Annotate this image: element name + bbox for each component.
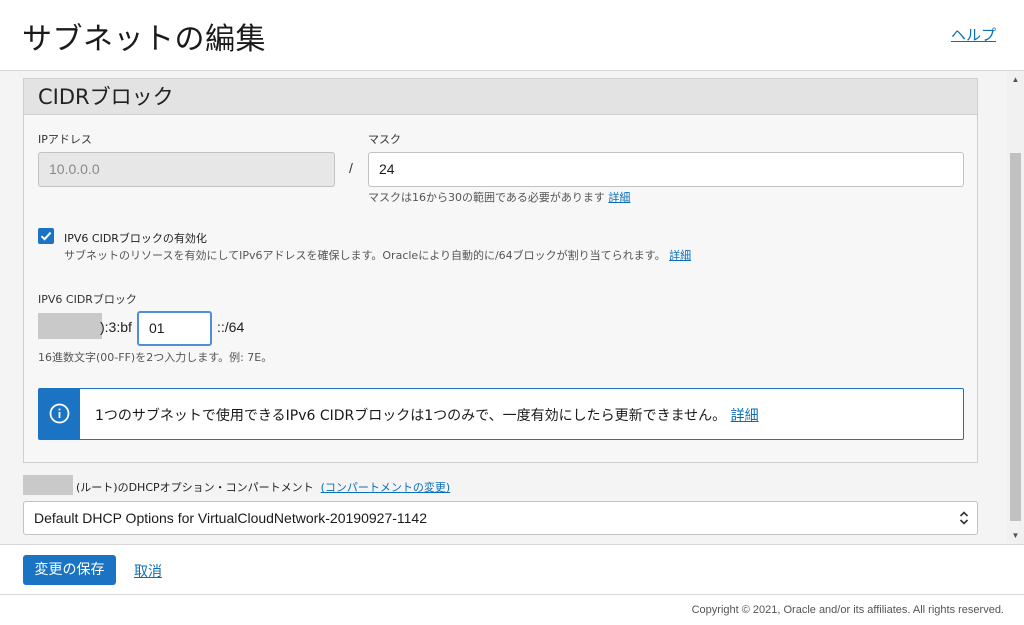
vertical-scrollbar[interactable]: ▲ ▼	[1007, 71, 1024, 544]
ipv6-hex-help: 16進数文字(00-FF)を2つ入力します。例: 7E。	[38, 351, 273, 364]
help-link[interactable]: ヘルプ	[951, 24, 996, 45]
page-title: サブネットの編集	[22, 22, 266, 57]
info-message-text: 1つのサブネットで使用できるIPv6 CIDRブロックは1つのみで、一度有効にし…	[95, 408, 727, 424]
scroll-up-icon[interactable]: ▲	[1007, 71, 1024, 88]
scroll-thumb[interactable]	[1010, 153, 1021, 521]
info-text: 1つのサブネットで使用できるIPv6 CIDRブロックは1つのみで、一度有効にし…	[95, 405, 759, 425]
ipv6-details-link[interactable]: 詳細	[669, 249, 691, 262]
ip-address-input: 10.0.0.0	[38, 152, 335, 187]
ip-mask-separator: /	[349, 160, 353, 176]
info-details-link[interactable]: 詳細	[731, 408, 759, 424]
ipv6-prefix: ):3:bf	[100, 319, 132, 335]
action-bar: 変更の保存 取消	[0, 544, 1024, 595]
check-icon	[40, 231, 52, 241]
cancel-link[interactable]: 取消	[134, 561, 162, 581]
mask-input[interactable]: 24	[368, 152, 964, 187]
form-content: CIDRブロック IPアドレス 10.0.0.0 / マスク 24 マスクは16…	[0, 71, 1007, 544]
dhcp-compartment-label: (ルート)のDHCPオプション・コンパートメント (コンパートメントの変更)	[76, 479, 450, 495]
ipv6-enable-label: IPV6 CIDRブロックの有効化	[64, 232, 207, 245]
panel-title: CIDRブロック	[24, 79, 977, 115]
redacted-compartment-name	[23, 475, 73, 495]
info-message: 1つのサブネットで使用できるIPv6 CIDRブロックは1つのみで、一度有効にし…	[38, 388, 964, 440]
ipv6-enable-description-text: サブネットのリソースを有効にしてIPv6アドレスを確保します。Oracleにより…	[64, 249, 666, 262]
redacted-ipv6-prefix	[38, 313, 102, 339]
copyright-text: Copyright © 2021, Oracle and/or its affi…	[691, 604, 1004, 616]
scroll-down-icon[interactable]: ▼	[1007, 527, 1024, 544]
select-arrows-icon	[959, 511, 969, 525]
ipv6-hex-input[interactable]: 01	[137, 311, 212, 346]
page-header: サブネットの編集 ヘルプ	[0, 0, 1024, 71]
ipv6-suffix: ::/64	[217, 319, 245, 335]
ipv6-enable-checkbox[interactable]	[38, 228, 54, 244]
info-icon	[49, 403, 70, 424]
ipv6-block-label: IPV6 CIDRブロック	[38, 293, 137, 306]
ip-address-label: IPアドレス	[38, 133, 92, 146]
info-strip	[39, 389, 80, 439]
ipv6-enable-description: サブネットのリソースを有効にしてIPv6アドレスを確保します。Oracleにより…	[64, 247, 691, 263]
mask-help: マスクは16から30の範囲である必要があります 詳細	[368, 189, 630, 205]
cidr-block-panel: CIDRブロック IPアドレス 10.0.0.0 / マスク 24 マスクは16…	[23, 78, 978, 463]
dhcp-options-select[interactable]: Default DHCP Options for VirtualCloudNet…	[23, 501, 978, 535]
change-compartment-link[interactable]: (コンパートメントの変更)	[321, 481, 451, 494]
save-changes-button[interactable]: 変更の保存	[23, 555, 116, 585]
mask-help-text: マスクは16から30の範囲である必要があります	[368, 191, 605, 204]
mask-details-link[interactable]: 詳細	[608, 191, 630, 204]
mask-label: マスク	[368, 133, 401, 146]
dhcp-compartment-label-text: (ルート)のDHCPオプション・コンパートメント	[76, 481, 314, 494]
dhcp-options-selected: Default DHCP Options for VirtualCloudNet…	[34, 510, 427, 526]
